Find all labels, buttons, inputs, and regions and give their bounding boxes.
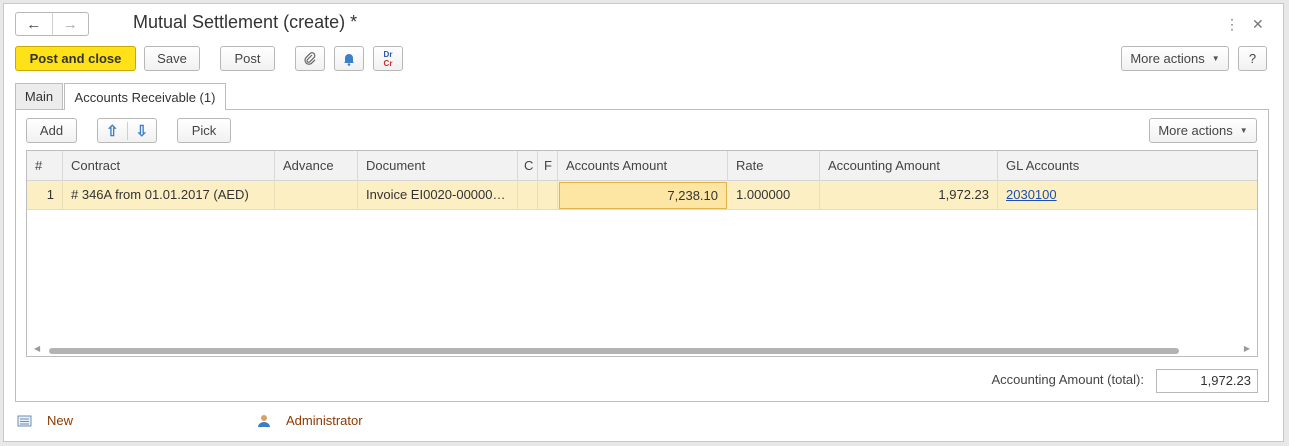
dr-cr-button[interactable]: Dr Cr: [373, 46, 403, 71]
more-actions-label: More actions: [1130, 51, 1205, 66]
cell-f[interactable]: [538, 181, 558, 209]
cell-c[interactable]: [518, 181, 538, 209]
user-icon: [258, 414, 270, 427]
paperclip-icon: [304, 51, 316, 65]
navigation-buttons: ← →: [15, 12, 89, 36]
arrow-right-icon: →: [62, 15, 78, 33]
scroll-left-icon[interactable]: ◀: [34, 344, 40, 353]
move-down-button[interactable]: ⇩: [128, 122, 157, 140]
close-icon[interactable]: ✕: [1252, 16, 1264, 33]
total-label: Accounting Amount (total):: [991, 372, 1144, 387]
dr-cr-icon: Dr Cr: [383, 49, 393, 68]
page-title: Mutual Settlement (create) *: [133, 12, 358, 32]
more-actions-button[interactable]: More actions ▼: [1121, 46, 1229, 71]
cell-accounts-amount[interactable]: 7,238.10: [559, 182, 727, 209]
scroll-right-icon[interactable]: ▶: [1244, 344, 1250, 353]
save-button[interactable]: Save: [144, 46, 200, 71]
move-up-button[interactable]: ⇧: [98, 121, 128, 140]
column-header-accounts-amount[interactable]: Accounts Amount: [558, 151, 728, 181]
column-header-advance[interactable]: Advance: [275, 151, 358, 181]
post-and-close-button[interactable]: Post and close: [15, 46, 136, 71]
tab-accounts-receivable[interactable]: Accounts Receivable (1): [64, 83, 226, 110]
scroll-thumb[interactable]: [49, 348, 1179, 354]
table-header: # Contract Advance Document C F Accounts…: [27, 151, 1257, 181]
horizontal-scrollbar[interactable]: ◀ ▶: [27, 344, 1257, 356]
cell-rate[interactable]: 1.000000: [728, 181, 820, 209]
back-button[interactable]: ←: [16, 13, 53, 35]
table-row[interactable]: 1 # 346A from 01.01.2017 (AED) Invoice E…: [27, 181, 1257, 210]
cell-number[interactable]: 1: [27, 181, 63, 209]
column-header-accounting-amount[interactable]: Accounting Amount: [820, 151, 998, 181]
chevron-down-icon: ▼: [1211, 54, 1220, 63]
bell-icon: [344, 53, 354, 66]
cell-accounting-amount[interactable]: 1,972.23: [820, 181, 998, 209]
move-buttons: ⇧ ⇩: [97, 118, 157, 143]
pick-button[interactable]: Pick: [177, 118, 231, 143]
cell-document[interactable]: Invoice EI0020-000000...: [358, 181, 518, 209]
notify-button[interactable]: [334, 46, 364, 71]
column-header-number[interactable]: #: [27, 151, 63, 181]
cell-gl-accounts[interactable]: 2030100: [998, 181, 1257, 209]
accounts-receivable-table: # Contract Advance Document C F Accounts…: [26, 150, 1258, 357]
column-header-c[interactable]: C: [518, 151, 538, 181]
arrow-left-icon: ←: [26, 15, 42, 33]
tab-main[interactable]: Main: [15, 83, 63, 109]
form-window: ← → Mutual Settlement (create) * ⋮ ✕ Pos…: [3, 3, 1284, 442]
chevron-down-icon: ▼: [1239, 126, 1248, 135]
forward-button[interactable]: →: [53, 13, 89, 35]
column-header-gl-accounts[interactable]: GL Accounts: [998, 151, 1257, 181]
status-user: Administrator: [256, 413, 363, 428]
menu-icon[interactable]: ⋮: [1225, 16, 1239, 33]
total-field[interactable]: 1,972.23: [1156, 369, 1258, 393]
status-user-label[interactable]: Administrator: [286, 413, 363, 428]
cell-advance[interactable]: [275, 181, 358, 209]
gl-account-link[interactable]: 2030100: [1006, 187, 1057, 202]
attach-button[interactable]: [295, 46, 325, 71]
help-button[interactable]: ?: [1238, 46, 1267, 71]
status-state-label: New: [47, 413, 74, 428]
document-icon: [17, 415, 32, 426]
status-state: New: [17, 413, 73, 428]
post-button[interactable]: Post: [220, 46, 275, 71]
table-more-actions-button[interactable]: More actions ▼: [1149, 118, 1257, 143]
table-more-actions-label: More actions: [1158, 123, 1233, 138]
add-button[interactable]: Add: [26, 118, 77, 143]
column-header-f[interactable]: F: [538, 151, 558, 181]
column-header-contract[interactable]: Contract: [63, 151, 275, 181]
column-header-document[interactable]: Document: [358, 151, 518, 181]
arrow-down-icon: ⇩: [135, 122, 149, 140]
cell-contract[interactable]: # 346A from 01.01.2017 (AED): [63, 181, 275, 209]
column-header-rate[interactable]: Rate: [728, 151, 820, 181]
arrow-up-icon: ⇧: [105, 122, 119, 140]
